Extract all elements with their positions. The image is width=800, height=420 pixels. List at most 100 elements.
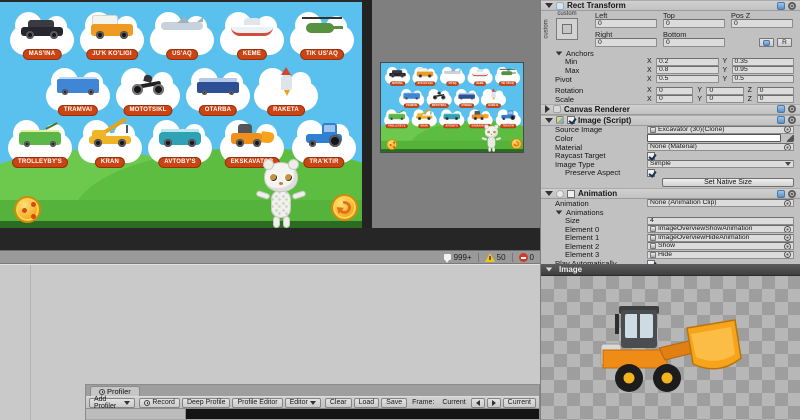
pivot-x-field[interactable]: 0.5 [656,75,719,84]
vehicle-card-ship[interactable]: KEME [220,8,284,60]
vehicle-card-trolleybus[interactable]: TROLLEYBY'S [8,116,72,168]
share-coin-button[interactable] [14,196,41,223]
vehicle-card-crane[interactable]: KRAN [411,108,437,129]
current-frame-button[interactable]: Current [502,397,536,408]
scale-z-field[interactable]: 0 [756,95,794,104]
help-book-icon[interactable] [777,116,785,125]
vehicle-card-airplane[interactable]: US'AQ [439,65,466,86]
right-field[interactable]: 0 [595,38,657,47]
gear-icon[interactable] [788,1,796,10]
vehicle-card-motorcycle[interactable]: MOTOTSIKL [116,64,180,116]
animations-foldout[interactable]: Animations [541,208,800,217]
canvas-renderer-header[interactable]: Canvas Renderer [541,103,800,115]
posz-field[interactable]: 0 [731,19,793,28]
next-frame-button[interactable] [486,397,501,408]
preserve-aspect-checkbox[interactable] [647,168,655,177]
anchor-min-y-field[interactable]: 0.35 [731,57,794,66]
animation-component-header[interactable]: Animation [541,188,800,200]
blueprint-mode-button[interactable] [759,38,774,47]
element-0-field[interactable]: ImageOverviewShowAnimation [647,225,794,234]
vehicle-card-train[interactable]: OTARBA [186,64,250,116]
replay-coin-button[interactable] [511,138,522,150]
add-profiler-dropdown[interactable]: Add Profiler [89,396,136,410]
pivot-y-field[interactable]: 0.5 [731,75,794,84]
help-book-icon[interactable] [777,105,785,114]
vehicle-card-tram[interactable]: TRAMVAI [46,64,110,116]
replay-coin-button[interactable] [331,194,358,221]
raycast-target-checkbox[interactable] [647,151,655,160]
clear-button[interactable]: Clear [324,397,352,408]
left-field[interactable]: 0 [595,19,657,28]
vehicle-card-rocket[interactable]: RAKETA [480,87,506,108]
profile-editor-button[interactable]: Profile Editor [232,397,283,408]
vehicle-card-train[interactable]: OTARBA [454,87,480,108]
scale-y-field[interactable]: 0 [706,95,744,104]
vehicle-card-crane[interactable]: KRAN [78,116,142,168]
vehicle-card-truck[interactable]: JU'K KO'LIGI [412,65,438,86]
vehicle-card-helicopter[interactable]: TIK US'AQ [494,65,521,86]
profiler-chart-area[interactable] [186,409,539,419]
gear-icon[interactable] [788,189,796,198]
component-enabled-checkbox[interactable] [567,116,575,125]
vehicle-card-ship[interactable]: KEME [467,65,493,86]
image-component-header[interactable]: Image (Script) [541,114,800,126]
console-error-counter[interactable]: 0 [518,252,534,262]
profiler-module-list[interactable] [86,409,186,419]
vehicle-card-car[interactable]: MAS'INA [384,65,411,86]
rotation-z-field[interactable]: 0 [756,86,794,95]
excavator-icon [471,110,488,120]
bottom-field[interactable]: 0 [663,38,725,47]
console-warning-counter[interactable]: 50 [484,252,506,262]
prev-frame-button[interactable] [470,397,485,408]
scene-view-preview[interactable]: MAS'INA JU'K KO'LIGI US'AQ KEME TIK US'A [380,62,524,153]
material-field[interactable]: None (Material) [647,143,794,152]
eyedropper-icon[interactable] [787,134,794,142]
set-native-size-button[interactable]: Set Native Size [662,178,794,188]
vehicle-card-airplane[interactable]: US'AQ [150,8,214,60]
console-info-counter[interactable]: 999+ [442,253,472,263]
deep-profile-button[interactable]: Deep Profile [181,397,231,408]
rect-transform-header[interactable]: Rect Transform [541,0,800,11]
vehicle-card-trolleybus[interactable]: TROLLEYBY'S [384,108,410,129]
element-1-field[interactable]: ImageOverviewHideAnimation [647,233,794,242]
animation-clip-field[interactable]: None (Animation Clip) [647,199,794,208]
anchor-max-y-field[interactable]: 0.95 [731,66,794,75]
vehicle-card-car[interactable]: MAS'INA [10,8,74,60]
rotation-x-field[interactable]: 0 [656,86,694,95]
image-type-dropdown[interactable]: Simple [647,160,794,169]
rotation-y-field[interactable]: 0 [706,86,744,95]
scale-x-field[interactable]: 0 [656,95,694,104]
vehicle-card-bus[interactable]: AVTOBY'S [439,108,465,129]
vehicle-card-motorcycle[interactable]: MOTOTSIKL [426,87,452,108]
record-button[interactable]: Record [139,397,180,408]
anchor-preset-widget[interactable]: custom custom [543,11,591,49]
editor-dropdown[interactable]: Editor [284,397,321,408]
anchor-max-x-field[interactable]: 0.8 [656,66,719,75]
raw-edit-mode-button[interactable]: R [777,38,792,47]
save-button[interactable]: Save [381,397,408,408]
help-book-icon[interactable] [777,1,785,10]
load-button[interactable]: Load [353,397,380,408]
color-swatch[interactable] [647,134,781,143]
vehicle-card-tractor[interactable]: TRA'KTIR [292,116,356,168]
element-3-field[interactable]: Hide [647,250,794,259]
source-image-field[interactable]: Excavator (30)(Clone) [647,125,794,134]
tab-profiler[interactable]: Profiler [90,386,140,396]
help-book-icon[interactable] [777,189,785,198]
animations-size-field[interactable]: 4 [647,216,794,225]
vehicle-card-excavator[interactable]: EKSKAVATOR [220,116,284,168]
vehicle-card-tram[interactable]: TRAMVAI [399,87,425,108]
top-field[interactable]: 0 [663,19,725,28]
vehicle-card-truck[interactable]: JU'K KO'LIGI [80,8,144,60]
gear-icon[interactable] [788,116,796,125]
vehicle-card-bus[interactable]: AVTOBY'S [148,116,212,168]
image-preview-header[interactable]: Image [541,264,800,276]
anchor-min-x-field[interactable]: 0.2 [656,57,719,66]
share-coin-button[interactable] [386,139,398,150]
gear-icon[interactable] [788,105,796,114]
component-enabled-checkbox[interactable] [567,189,575,198]
anchors-foldout[interactable]: Anchors [541,49,800,58]
vehicle-card-helicopter[interactable]: TIK US'AQ [290,8,354,60]
element-2-field[interactable]: Show [647,242,794,251]
vehicle-card-rocket[interactable]: RAKETA [254,64,318,116]
